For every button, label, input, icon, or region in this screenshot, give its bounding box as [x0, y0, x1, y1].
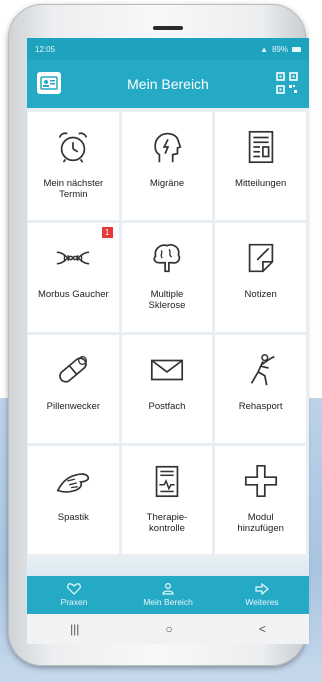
app-screen: 12:05 ▲ 89% Mein Bereich Mein nächster T…: [27, 38, 309, 644]
tile-label: Notizen: [244, 289, 277, 301]
tile-morbus-gaucher[interactable]: 1 Morbus Gaucher: [28, 223, 119, 332]
brain-icon: [153, 244, 181, 273]
page-title: Mein Bereich: [127, 76, 209, 92]
plus-icon: [244, 464, 277, 497]
heart-icon: [67, 583, 81, 595]
tile-label: Postfach: [148, 400, 186, 412]
exercise-icon: [250, 353, 275, 385]
tile-therapiekontrolle[interactable]: Therapie- kontrolle: [121, 445, 213, 554]
tab-label: Praxen: [60, 597, 88, 607]
tile-label: Pillenwecker: [46, 400, 100, 412]
qr-code-icon: [276, 72, 298, 94]
tile-termin[interactable]: Mein nächster Termin: [28, 112, 119, 221]
speaker-grille: [153, 26, 183, 30]
person-icon: [162, 583, 174, 595]
tile-label: Therapie- kontrolle: [146, 511, 188, 534]
tile-modul-hinzufuegen[interactable]: Modul hinzufügen: [215, 445, 306, 554]
tile-label: Mein nächster Termin: [43, 178, 104, 200]
qr-code-button[interactable]: [275, 70, 299, 96]
tile-migraene[interactable]: Migräne: [121, 112, 213, 221]
arrow-right-icon: [255, 583, 269, 595]
tab-label: Mein Bereich: [143, 597, 193, 607]
clipboard-chart-icon: [155, 465, 179, 497]
tile-postfach[interactable]: Postfach: [121, 334, 213, 443]
bottom-tab-bar: Praxen Mein Bereich Weiteres: [27, 576, 309, 614]
tab-mein-bereich[interactable]: Mein Bereich: [121, 576, 215, 614]
status-time: 12:05: [35, 44, 56, 54]
signal-icon: ▲: [260, 44, 268, 54]
status-bar: 12:05 ▲ 89%: [27, 38, 309, 60]
tile-spastik[interactable]: Spastik: [28, 445, 119, 554]
dna-icon: [57, 251, 90, 265]
tab-praxen[interactable]: Praxen: [27, 576, 121, 614]
notepad-icon: [248, 244, 273, 273]
tile-mitteilungen[interactable]: Mitteilungen: [215, 112, 306, 221]
tab-label: Weiteres: [245, 597, 279, 607]
tile-multiple-sklerose[interactable]: Multiple Sklerose: [121, 223, 213, 332]
status-icons: ▲ 89%: [260, 45, 301, 54]
tab-weiteres[interactable]: Weiteres: [215, 576, 309, 614]
app-header: Mein Bereich: [27, 60, 309, 108]
alarm-clock-icon: [59, 132, 88, 163]
battery-icon: [292, 46, 301, 52]
tile-label: Migräne: [149, 178, 185, 189]
newspaper-icon: [248, 130, 273, 164]
tile-notizen[interactable]: Notizen: [215, 223, 306, 332]
tile-label: Multiple Sklerose: [148, 289, 186, 312]
notification-badge: 1: [101, 227, 113, 239]
pill-icon: [59, 355, 88, 383]
envelope-icon: [150, 359, 184, 380]
recent-apps-button[interactable]: |||: [70, 622, 79, 636]
id-card-icon: [40, 76, 58, 90]
home-button[interactable]: ○: [166, 622, 173, 636]
tile-rehasport[interactable]: Rehasport: [215, 334, 306, 443]
hands-icon: [56, 472, 90, 493]
tile-label: Morbus Gaucher: [37, 289, 109, 301]
head-lightning-icon: [154, 132, 182, 163]
back-button[interactable]: <: [259, 622, 266, 636]
tile-label: Mitteilungen: [235, 178, 287, 189]
tile-label: Rehasport: [238, 400, 283, 412]
battery-text: 89%: [271, 44, 288, 54]
tile-label: Spastik: [57, 511, 89, 523]
system-nav-bar: ||| ○ <: [27, 614, 309, 644]
profile-card-button[interactable]: [37, 72, 61, 94]
module-grid: Mein nächster Termin Migräne Mitteilunge…: [28, 112, 306, 554]
tile-pillenwecker[interactable]: Pillenwecker: [28, 334, 119, 443]
phone-frame: 12:05 ▲ 89% Mein Bereich Mein nächster T…: [8, 4, 309, 666]
tile-label: Modul hinzufügen: [237, 511, 284, 534]
